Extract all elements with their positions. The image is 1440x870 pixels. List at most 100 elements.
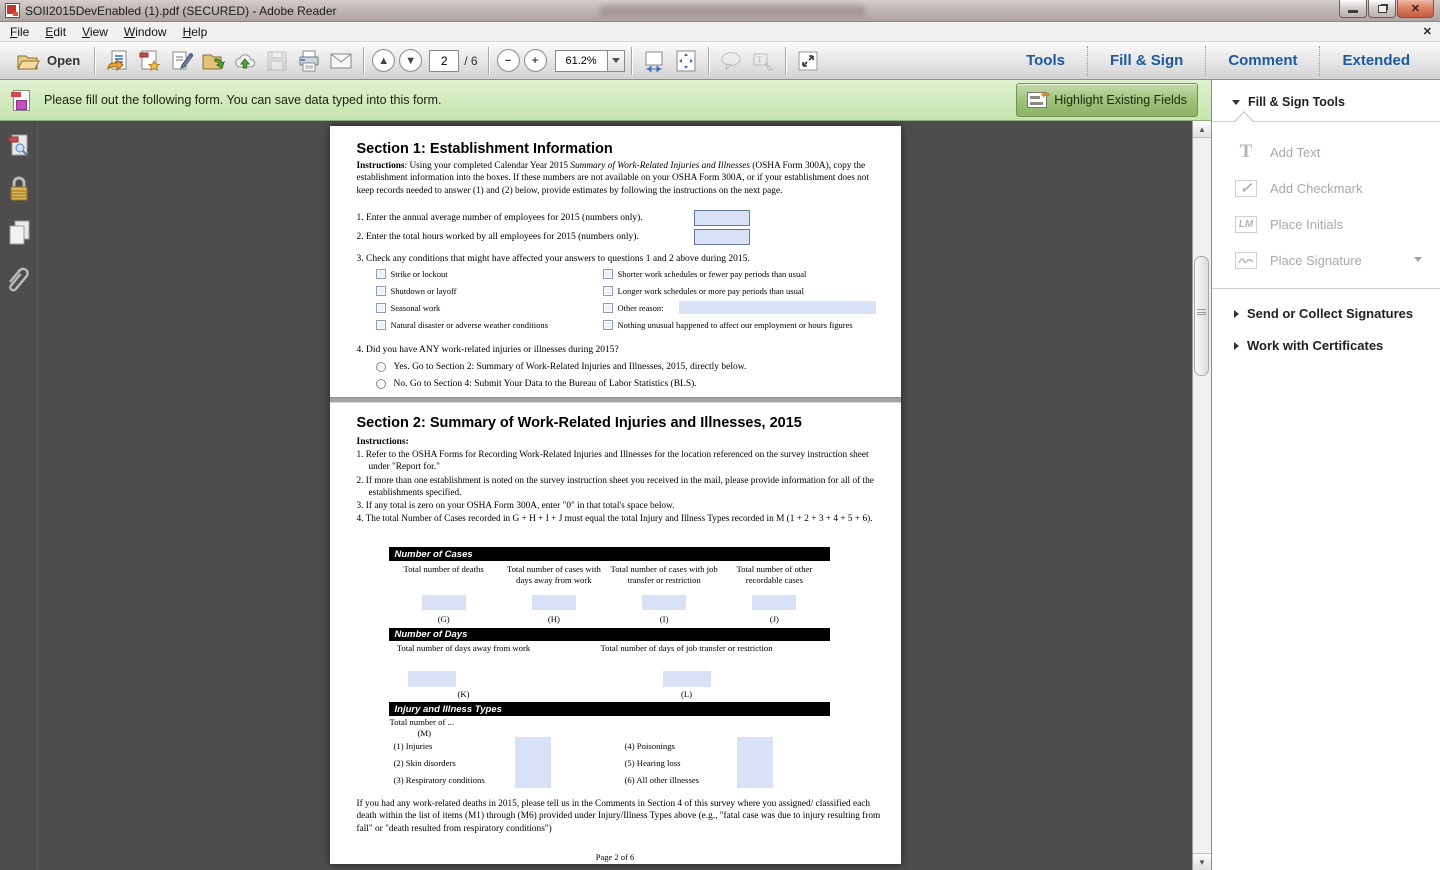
seasonal-work-checkbox[interactable]	[376, 303, 386, 313]
days-K-field[interactable]	[408, 671, 456, 687]
document-view[interactable]: Section 1: Establishment Information Ins…	[38, 121, 1192, 870]
minimize-button[interactable]	[1339, 0, 1367, 18]
zoom-in-icon[interactable]: +	[524, 49, 547, 72]
page-number-input[interactable]	[429, 50, 459, 72]
types-M3-field[interactable]	[515, 771, 551, 788]
work-with-certificates-section[interactable]: Work with Certificates	[1212, 338, 1440, 353]
sign-document-button[interactable]	[165, 46, 197, 76]
toolbar-separator	[785, 47, 786, 75]
menu-file[interactable]: File	[2, 23, 37, 41]
fullscreen-button[interactable]	[792, 46, 824, 76]
menubar-close-icon[interactable]: ✕	[1423, 25, 1432, 38]
natural-disaster-checkbox[interactable]	[376, 320, 386, 330]
navigation-pane-strip	[0, 121, 38, 870]
types-M4-field[interactable]	[737, 737, 773, 754]
cases-G-field[interactable]	[422, 595, 466, 610]
print-button[interactable]	[293, 46, 325, 76]
chevron-down-icon[interactable]	[1414, 257, 1422, 262]
days-L-field[interactable]	[663, 671, 711, 687]
section1-title: Section 1: Establishment Information	[357, 141, 613, 157]
column-label: Total number of deaths	[389, 564, 499, 586]
vertical-scrollbar[interactable]: ▲ ▼	[1192, 121, 1211, 870]
add-text-tool[interactable]: T Add Text	[1212, 134, 1440, 170]
menu-edit[interactable]: Edit	[37, 23, 74, 41]
zoom-level-value[interactable]: 61.2%	[555, 50, 607, 72]
column-code: (K)	[389, 689, 539, 699]
yes-radio[interactable]	[376, 362, 386, 372]
tab-extended[interactable]: Extended	[1320, 52, 1432, 69]
column-code: (G)	[389, 614, 499, 625]
other-reason-field[interactable]	[679, 301, 876, 314]
save-icon	[265, 49, 289, 73]
add-checkmark-tool[interactable]: ✓ Add Checkmark	[1212, 170, 1440, 206]
checkbox-row: Seasonal work	[376, 303, 441, 313]
types-M1-field[interactable]	[515, 737, 551, 754]
pdf-page: Section 1: Establishment Information Ins…	[330, 126, 901, 864]
tab-tools[interactable]: Tools	[1004, 52, 1087, 69]
page-up-icon[interactable]: ▲	[372, 49, 395, 72]
security-lock-icon[interactable]	[7, 175, 31, 203]
panel-header[interactable]: Fill & Sign Tools	[1212, 80, 1440, 109]
section1-instructions-italic: Summary of Work-Related Injuries and Ill…	[570, 161, 750, 171]
scroll-down-icon[interactable]: ▼	[1193, 853, 1211, 870]
cloud-upload-button[interactable]	[229, 46, 261, 76]
window-title: SOII2015DevEnabled (1).pdf (SECURED) - A…	[25, 4, 337, 18]
zoom-out-icon[interactable]: −	[497, 49, 520, 72]
highlight-existing-fields-button[interactable]: ⬅ Highlight Existing Fields	[1016, 83, 1198, 117]
page-thumbnails-icon[interactable]	[7, 133, 31, 159]
cases-H-field[interactable]	[532, 595, 576, 610]
panel-header-label: Fill & Sign Tools	[1248, 95, 1345, 109]
zoom-dropdown-button[interactable]	[607, 50, 625, 72]
q2-hours-field[interactable]	[694, 229, 750, 245]
menu-view[interactable]: View	[74, 23, 116, 41]
q1-employees-field[interactable]	[694, 210, 750, 226]
nothing-unusual-checkbox[interactable]	[603, 320, 613, 330]
share-folder-button[interactable]	[197, 46, 229, 76]
convert-pdf-icon	[105, 49, 129, 73]
restore-button[interactable]	[1368, 0, 1396, 18]
other-reason-checkbox[interactable]	[603, 303, 613, 313]
cases-I-field[interactable]	[642, 595, 686, 610]
tab-comment[interactable]: Comment	[1206, 52, 1319, 69]
open-folder-icon	[16, 49, 40, 73]
close-button[interactable]: ✕	[1397, 0, 1434, 18]
scroll-up-icon[interactable]: ▲	[1193, 121, 1211, 138]
place-signature-tool[interactable]: Place Signature	[1212, 242, 1440, 278]
text-callout-button[interactable]: T	[747, 46, 779, 76]
save-button[interactable]	[261, 46, 293, 76]
shutdown-layoff-checkbox[interactable]	[376, 286, 386, 296]
comment-bubble-button[interactable]	[715, 46, 747, 76]
toolbar-separator	[488, 47, 489, 75]
fit-page-button[interactable]	[670, 46, 702, 76]
types-M6-field[interactable]	[737, 771, 773, 788]
types-intro-code: (M)	[418, 728, 432, 738]
email-button[interactable]	[325, 46, 357, 76]
create-pdf-button[interactable]	[133, 46, 165, 76]
tool-label: Place Signature	[1270, 253, 1362, 268]
close-icon: ✕	[1411, 2, 1420, 15]
page-down-icon[interactable]: ▼	[399, 49, 422, 72]
send-collect-signatures-section[interactable]: Send or Collect Signatures	[1212, 306, 1440, 321]
longer-schedules-checkbox[interactable]	[603, 286, 613, 296]
comment-bubble-icon	[719, 49, 743, 73]
types-M5-field[interactable]	[737, 754, 773, 771]
attachments-icon[interactable]	[6, 263, 32, 295]
tab-fill-sign[interactable]: Fill & Sign	[1088, 52, 1205, 69]
toolbar-tabs: Tools Fill & Sign Comment Extended	[1004, 42, 1432, 80]
menu-window[interactable]: Window	[116, 23, 175, 41]
menu-help[interactable]: Help	[175, 23, 216, 41]
no-radio[interactable]	[376, 379, 386, 389]
open-button[interactable]: Open	[8, 46, 88, 76]
question-3-label: 3. Check any conditions that might have …	[357, 254, 750, 264]
place-initials-tool[interactable]: LM Place Initials	[1212, 206, 1440, 242]
types-M2-field[interactable]	[515, 754, 551, 771]
shorter-schedules-checkbox[interactable]	[603, 269, 613, 279]
convert-pdf-button[interactable]	[101, 46, 133, 76]
tool-label: Place Initials	[1270, 217, 1343, 232]
fit-width-button[interactable]	[638, 46, 670, 76]
scrollbar-thumb[interactable]	[1194, 256, 1209, 376]
strike-lockout-checkbox[interactable]	[376, 269, 386, 279]
cases-J-field[interactable]	[752, 595, 796, 610]
minimize-icon	[1348, 10, 1358, 13]
pages-icon[interactable]	[6, 219, 32, 247]
